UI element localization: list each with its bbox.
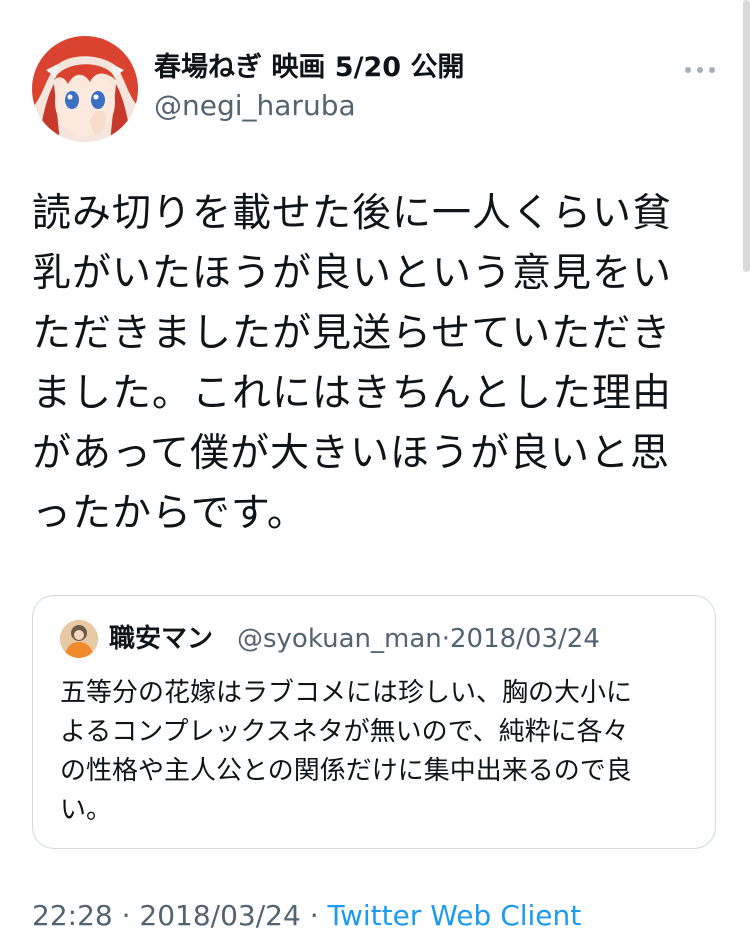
avatar-image [32, 36, 138, 142]
tweet-time[interactable]: 22:28 [32, 899, 113, 932]
quoted-author-handle[interactable]: @syokuan_man [237, 624, 442, 654]
tweet-footer: 22:28 · 2018/03/24 · Twitter Web Client [32, 896, 581, 936]
dot [697, 67, 703, 73]
tweet-text: 読み切りを載せた後に一人くらい貧 乳がいたほうが良いという意見をい ただきました… [32, 191, 673, 536]
footer-separator: · [112, 899, 140, 932]
quoted-author-display-name[interactable]: 職安マン [109, 620, 213, 658]
dot [709, 67, 715, 73]
footer-separator: · [300, 899, 328, 932]
quoted-tweet-text: 五等分の花嫁はラブコメには珍しい、胸の大小に よるコンプレックスネタが無いので、… [60, 678, 633, 825]
quoted-tweet-date[interactable]: 2018/03/24 [450, 624, 600, 654]
tweet-client-link[interactable]: Twitter Web Client [328, 899, 582, 932]
meta-separator: · [441, 624, 450, 654]
dot [685, 67, 691, 73]
tweet-date[interactable]: 2018/03/24 [139, 899, 300, 932]
author-avatar[interactable] [32, 36, 138, 142]
author-display-name[interactable]: 春場ねぎ 映画 5/20 公開 [154, 50, 464, 86]
scrollbar[interactable] [743, 0, 750, 272]
more-options-icon[interactable] [680, 55, 720, 85]
quoted-avatar-image [60, 620, 98, 658]
quoted-author-avatar[interactable] [60, 620, 98, 658]
quoted-tweet-card[interactable]: 職安マン @syokuan_man·2018/03/24 五等分の花嫁はラブコメ… [32, 595, 716, 849]
author-handle[interactable]: @negi_haruba [154, 88, 356, 124]
quoted-tweet-meta: @syokuan_man·2018/03/24 [237, 620, 600, 658]
